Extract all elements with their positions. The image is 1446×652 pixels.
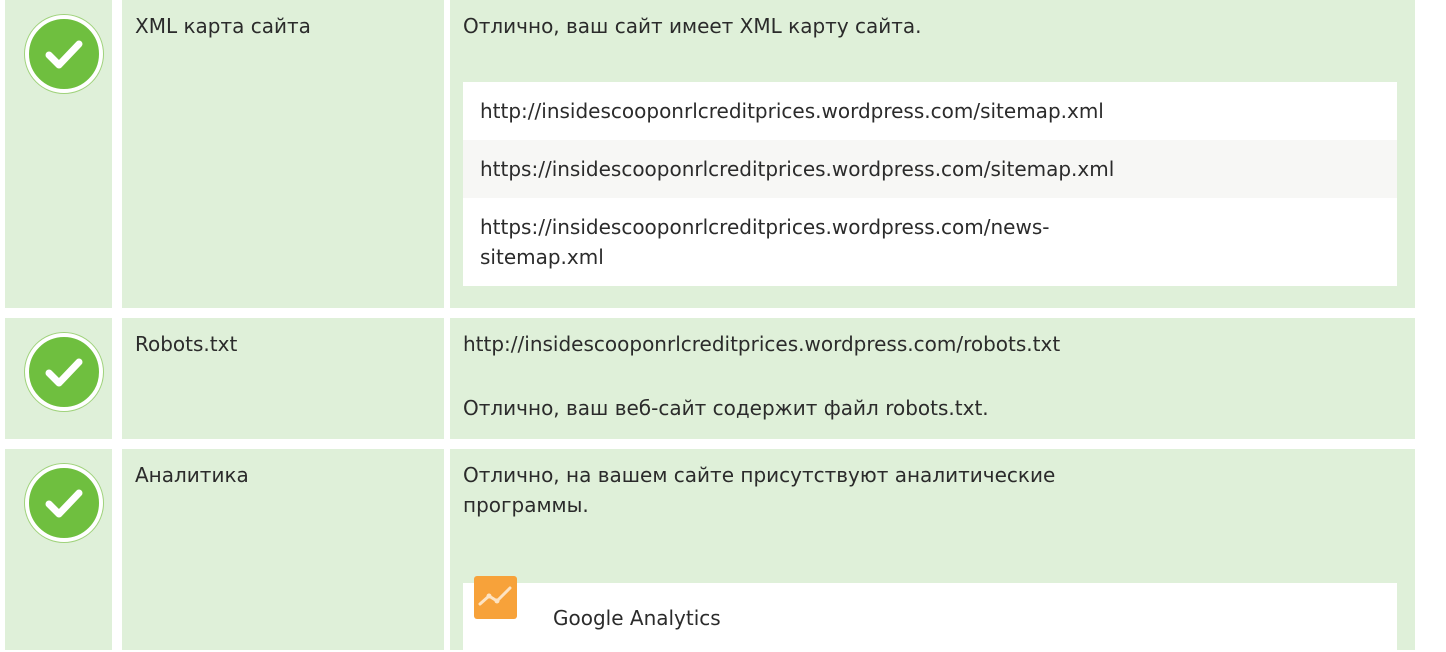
check-circle-icon (25, 464, 103, 542)
row-content: http://insidescooponrlcreditprices.wordp… (450, 318, 1415, 439)
row-content: Отлично, на вашем сайте присутствуют ана… (450, 449, 1415, 652)
report-row-robots: Robots.txt http://insidescooponrlcreditp… (0, 318, 1415, 439)
status-cell (5, 318, 112, 439)
analytics-tool-item: Google Analytics (463, 576, 1397, 652)
sitemap-url[interactable]: https://insidescooponrlcreditprices.word… (463, 198, 1397, 286)
analytics-tool-name: Google Analytics (553, 606, 721, 630)
sitemap-url[interactable]: http://insidescooponrlcreditprices.wordp… (463, 82, 1397, 140)
robots-url[interactable]: http://insidescooponrlcreditprices.wordp… (463, 329, 1415, 359)
robots-message: Отлично, ваш веб-сайт содержит файл robo… (463, 396, 989, 420)
analytics-message: Отлично, на вашем сайте присутствуют ана… (463, 463, 1056, 517)
report-row-sitemap: XML карта сайта Отлично, ваш сайт имеет … (0, 0, 1415, 308)
seo-report: XML карта сайта Отлично, ваш сайт имеет … (0, 0, 1446, 652)
report-row-analytics: Аналитика Отлично, на вашем сайте присут… (0, 449, 1415, 652)
sitemap-url[interactable]: https://insidescooponrlcreditprices.word… (463, 140, 1397, 198)
row-label: Robots.txt (122, 318, 444, 439)
status-cell (5, 449, 112, 650)
row-label: Аналитика (122, 449, 444, 650)
google-analytics-icon (474, 576, 517, 619)
status-cell (5, 0, 112, 308)
row-content: Отлично, ваш сайт имеет XML карту сайта.… (450, 0, 1415, 308)
sitemap-message: Отлично, ваш сайт имеет XML карту сайта. (463, 14, 922, 38)
check-circle-icon (25, 15, 103, 93)
check-circle-icon (25, 333, 103, 411)
sitemap-url-list: http://insidescooponrlcreditprices.wordp… (463, 82, 1397, 286)
row-label: XML карта сайта (122, 0, 444, 308)
